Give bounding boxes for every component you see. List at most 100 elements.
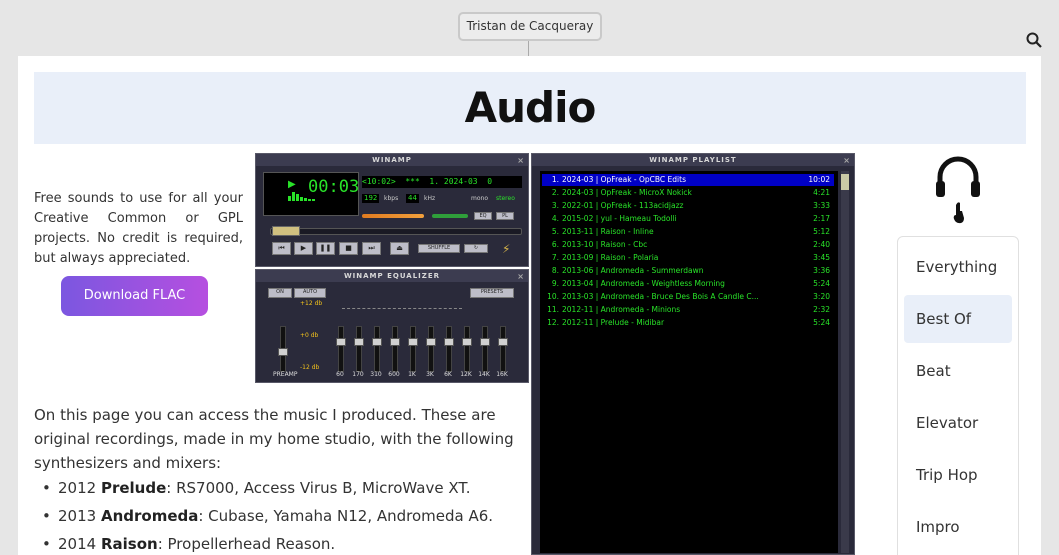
- playlist-row-duration: 3:45: [813, 253, 830, 262]
- playlist-row[interactable]: 6. 2013-10 | Raison - Cbc 2:40: [542, 239, 834, 251]
- shuffle-button[interactable]: SHUFFLE: [418, 244, 460, 253]
- winamp-main-title: WINAMP: [372, 156, 412, 164]
- eq-band-slider[interactable]: [374, 326, 380, 372]
- search-icon[interactable]: [1025, 31, 1043, 49]
- pause-button[interactable]: ❚❚: [316, 242, 335, 255]
- play-button[interactable]: ▶: [294, 242, 313, 255]
- playlist-row-title: 2022-01 | OpFreak - 113acidjazz: [562, 201, 684, 210]
- playlist-row-number: 6.: [551, 240, 559, 249]
- eq-band-slider[interactable]: [392, 326, 398, 372]
- next-button[interactable]: ⏭: [362, 242, 381, 255]
- eq-band-knob[interactable]: [480, 338, 490, 346]
- playlist-close-icon[interactable]: ×: [843, 155, 851, 167]
- eq-band-slider[interactable]: [428, 326, 434, 372]
- eq-band-label: 6K: [444, 371, 452, 378]
- playlist-row-duration: 5:24: [813, 318, 830, 327]
- playlist-row[interactable]: 12. 2012-11 | Prelude - Midibar 5:24: [542, 317, 834, 329]
- eq-band-slider[interactable]: [464, 326, 470, 372]
- playlist-row-title: 2024-03 | OpFreak - MicroX Nokick: [562, 188, 692, 197]
- playlist-row-number: 9.: [551, 279, 559, 288]
- download-flac-button[interactable]: Download FLAC: [61, 276, 208, 316]
- gear-year: 2014: [58, 535, 97, 553]
- playlist-scroll-thumb[interactable]: [841, 174, 849, 190]
- seek-thumb[interactable]: [272, 226, 300, 236]
- winamp-main-titlebar[interactable]: WINAMP ×: [256, 154, 528, 166]
- gear-list-item: 2014 Raison: Propellerhead Reason.: [42, 530, 493, 555]
- category-item[interactable]: Elevator: [904, 399, 1012, 447]
- balance-slider[interactable]: [432, 214, 468, 218]
- eq-band-label: 12K: [460, 371, 472, 378]
- eq-band-slider[interactable]: [482, 326, 488, 372]
- kbps-label: kbps: [384, 195, 399, 202]
- track-marquee: <10:02> *** 1. 2024-03 0: [362, 176, 522, 188]
- eq-band-knob[interactable]: [372, 338, 382, 346]
- playlist-row-title: 2012-11 | Andromeda - Minions: [562, 305, 681, 314]
- eq-band-label: 60: [336, 371, 344, 378]
- winamp-time[interactable]: 00:03: [308, 177, 359, 197]
- gear-project-name: Prelude: [100, 479, 167, 497]
- playlist-titlebar[interactable]: WINAMP PLAYLIST ×: [532, 154, 854, 166]
- category-item[interactable]: Impro: [904, 503, 1012, 551]
- category-item[interactable]: Best Of: [904, 295, 1012, 343]
- eq-band-slider[interactable]: [338, 326, 344, 372]
- eq-band-knob[interactable]: [390, 338, 400, 346]
- playlist-scrollbar[interactable]: [841, 171, 849, 553]
- eq-band-knob[interactable]: [498, 338, 508, 346]
- playlist-row[interactable]: 10. 2013-03 | Andromeda - Bruce Des Bois …: [542, 291, 834, 303]
- eject-button[interactable]: ⏏: [390, 242, 409, 255]
- eq-band-knob[interactable]: [462, 338, 472, 346]
- category-item[interactable]: Everything: [904, 243, 1012, 291]
- eq-band-knob[interactable]: [354, 338, 364, 346]
- playlist-row[interactable]: 11. 2012-11 | Andromeda - Minions 2:32: [542, 304, 834, 316]
- pl-toggle-button[interactable]: PL: [496, 212, 514, 220]
- playlist-list: 1. 2024-03 | OpFreak - OpCBC Edits 10:02 2.…: [540, 171, 838, 553]
- playlist-row[interactable]: 5. 2013-11 | Raison - Inline 5:12: [542, 226, 834, 238]
- playlist-row-number: 1.: [551, 175, 559, 184]
- play-indicator-icon: ▶: [288, 179, 296, 190]
- playlist-row-number: 10.: [547, 292, 559, 301]
- page-title: Audio: [464, 83, 597, 132]
- eq-band-knob[interactable]: [408, 338, 418, 346]
- eq-band-knob[interactable]: [444, 338, 454, 346]
- volume-slider[interactable]: [362, 214, 424, 218]
- playlist-row-title: 2015-02 | yul - Hameau Todolli: [562, 214, 677, 223]
- playlist-row[interactable]: 4. 2015-02 | yul - Hameau Todolli 2:17: [542, 213, 834, 225]
- category-item[interactable]: Trip Hop: [904, 451, 1012, 499]
- playlist-row-number: 7.: [551, 253, 559, 262]
- preamp-knob[interactable]: [278, 348, 288, 356]
- playlist-row[interactable]: 8. 2013-06 | Andromeda - Summerdawn 3:36: [542, 265, 834, 277]
- site-name[interactable]: Tristan de Cacqueray: [458, 12, 602, 41]
- playlist-row-duration: 5:24: [813, 279, 830, 288]
- eq-band-slider[interactable]: [446, 326, 452, 372]
- playlist-row-duration: 3:36: [813, 266, 830, 275]
- playlist-row[interactable]: 9. 2013-04 | Andromeda - Weightless Morni…: [542, 278, 834, 290]
- repeat-button[interactable]: ↻: [464, 244, 488, 253]
- eq-band-slider[interactable]: [500, 326, 506, 372]
- gear-items: : Cubase, Yamaha N12, Andromeda A6.: [198, 507, 494, 525]
- playlist-row-duration: 3:20: [813, 292, 830, 301]
- eq-sliders: PREAMP 60 170 310 600 1K 3K 6K 12K 14K 16K: [256, 270, 530, 384]
- category-item[interactable]: Beat: [904, 347, 1012, 395]
- gear-project-name: Raison: [100, 535, 158, 553]
- stop-button[interactable]: ■: [339, 242, 358, 255]
- seek-bar[interactable]: [270, 228, 522, 235]
- eq-band-slider[interactable]: [356, 326, 362, 372]
- eq-band-knob[interactable]: [336, 338, 346, 346]
- eq-band-knob[interactable]: [426, 338, 436, 346]
- playlist-row[interactable]: 3. 2022-01 | OpFreak - 113acidjazz 3:33: [542, 200, 834, 212]
- stereo-label: stereo: [496, 195, 515, 202]
- playlist-row-title: 2012-11 | Prelude - Midibar: [562, 318, 665, 327]
- intro-text: Free sounds to use for all your Creative…: [34, 191, 243, 266]
- playlist-row[interactable]: 7. 2013-09 | Raison - Polaria 3:45: [542, 252, 834, 264]
- eq-toggle-button[interactable]: EQ: [474, 212, 492, 220]
- top-bar: Tristan de Cacqueray: [0, 0, 1059, 56]
- khz-value: 44: [406, 194, 419, 203]
- playlist-row[interactable]: 2. 2024-03 | OpFreak - MicroX Nokick 4:21: [542, 187, 834, 199]
- winamp-logo-icon: ⚡: [502, 242, 511, 256]
- previous-button[interactable]: ⏮: [272, 242, 291, 255]
- playlist-row-duration: 5:12: [813, 227, 830, 236]
- playlist-row[interactable]: 1. 2024-03 | OpFreak - OpCBC Edits 10:02: [542, 174, 834, 186]
- winamp-close-icon[interactable]: ×: [517, 155, 525, 167]
- playlist-row-title: 2024-03 | OpFreak - OpCBC Edits: [562, 175, 686, 184]
- eq-band-slider[interactable]: [410, 326, 416, 372]
